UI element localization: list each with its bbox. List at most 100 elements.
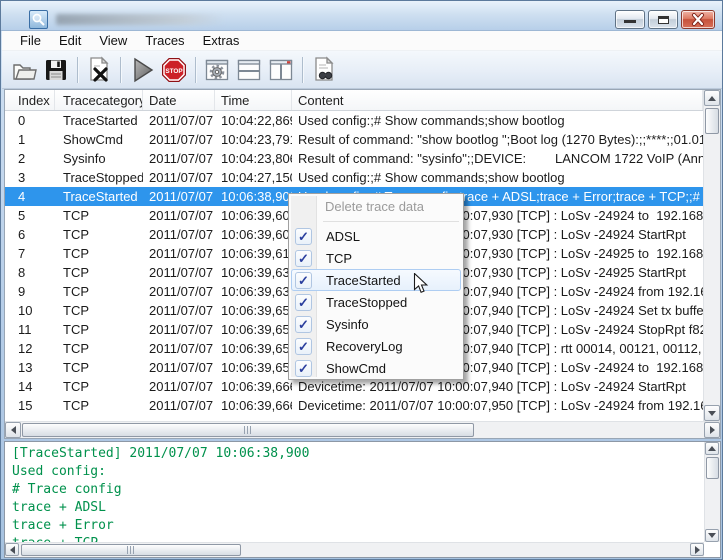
start-trace-icon: [128, 56, 156, 84]
checkmark-icon: ✓: [295, 228, 312, 245]
menu-item[interactable]: Extras: [194, 31, 249, 51]
column-header-tracecategory[interactable]: Tracecategory: [55, 90, 143, 110]
toolbar-separator: [195, 57, 196, 83]
menu-item[interactable]: Traces: [136, 31, 193, 51]
table-header: Index Tracecategory Date Time Content: [5, 90, 703, 111]
stop-trace-button[interactable]: STOP: [159, 55, 189, 85]
save-icon: [43, 57, 69, 83]
open-file-button[interactable]: [9, 55, 39, 85]
table-row[interactable]: 2 Sysinfo 2011/07/07 10:04:23,806 Result…: [5, 149, 703, 168]
detail-line: trace + Error: [12, 517, 704, 535]
arrow-down-icon: [708, 533, 716, 538]
title-bar: [1, 1, 723, 31]
minimize-icon: [624, 20, 636, 23]
maximize-button[interactable]: [648, 10, 678, 29]
detail-line: [TraceStarted] 2011/07/07 10:06:38,900: [12, 445, 704, 463]
checkmark-icon: ✓: [295, 294, 312, 311]
arrow-left-icon: [10, 546, 15, 554]
toolbar-separator: [77, 57, 78, 83]
delete-trace-button[interactable]: [84, 55, 114, 85]
arrow-up-icon: [708, 96, 716, 101]
split-horizontal-button[interactable]: [234, 55, 264, 85]
checkmark-icon: ✓: [295, 316, 312, 333]
thumb-grip: [127, 546, 136, 554]
table-horizontal-scrollbar[interactable]: [5, 421, 720, 438]
checkmark-icon: ✓: [295, 360, 312, 377]
app-window: File Edit View Traces Extras: [0, 0, 723, 560]
split-vertical-icon: [267, 56, 295, 84]
menu-item-delete-trace-data[interactable]: Delete trace data: [291, 196, 461, 218]
arrow-up-icon: [708, 446, 716, 451]
arrow-right-icon: [695, 546, 700, 554]
toolbar-separator: [120, 57, 121, 83]
table-row[interactable]: 0 TraceStarted 2011/07/07 10:04:22,869 U…: [5, 111, 703, 130]
table-hscroll-thumb[interactable]: [22, 423, 474, 437]
checkmark-icon: ✓: [295, 338, 312, 355]
panel-vscroll-thumb[interactable]: [706, 457, 719, 479]
menu-item[interactable]: File: [11, 31, 50, 51]
save-button[interactable]: [41, 55, 71, 85]
panel-vertical-scrollbar[interactable]: [704, 442, 720, 542]
trace-context-menu: Delete trace data ✓ ADSL ✓ TCP ✓ TraceSt…: [288, 193, 464, 380]
toolbar: STOP: [2, 51, 723, 89]
menu-bar: File Edit View Traces Extras: [2, 31, 723, 51]
detail-line: trace + TCP: [12, 535, 704, 542]
table-row[interactable]: 3 TraceStopped 2011/07/07 10:04:27,150 U…: [5, 168, 703, 187]
search-button[interactable]: [309, 55, 339, 85]
split-vertical-button[interactable]: [266, 55, 296, 85]
stop-trace-icon: STOP: [160, 56, 188, 84]
detail-line: trace + ADSL: [12, 499, 704, 517]
menu-item[interactable]: View: [90, 31, 136, 51]
arrow-left-icon: [11, 426, 16, 434]
column-header-index[interactable]: Index: [5, 90, 55, 110]
menu-item[interactable]: Edit: [50, 31, 90, 51]
table-vertical-scrollbar[interactable]: [703, 90, 720, 421]
start-trace-button[interactable]: [127, 55, 157, 85]
detail-line: # Trace config: [12, 481, 704, 499]
search-icon: [310, 56, 338, 84]
app-magnifier-icon: [29, 10, 48, 29]
table-vscroll-thumb[interactable]: [705, 108, 719, 134]
trace-options-icon: [203, 56, 231, 84]
context-menu-item[interactable]: ✓ TCP: [291, 247, 461, 269]
minimize-button[interactable]: [615, 10, 645, 29]
checkmark-icon: ✓: [295, 250, 312, 267]
trace-detail-panel: [TraceStarted] 2011/07/07 10:06:38,900 U…: [4, 441, 721, 558]
menu-separator: [323, 221, 459, 222]
arrow-right-icon: [710, 426, 715, 434]
context-menu-item[interactable]: ✓ TraceStopped: [291, 291, 461, 313]
scroll-left-button[interactable]: [5, 422, 21, 438]
scroll-up-button[interactable]: [705, 442, 719, 455]
context-menu-item[interactable]: ✓ TraceStarted: [291, 269, 461, 291]
trace-detail-text: [TraceStarted] 2011/07/07 10:06:38,900 U…: [5, 442, 704, 542]
checkmark-icon: ✓: [295, 272, 312, 289]
scroll-down-button[interactable]: [704, 405, 720, 421]
split-horizontal-icon: [235, 56, 263, 84]
thumb-grip: [244, 426, 253, 434]
column-header-content[interactable]: Content: [292, 90, 703, 110]
arrow-down-icon: [708, 411, 716, 416]
scroll-up-button[interactable]: [704, 90, 720, 106]
svg-text:STOP: STOP: [165, 67, 183, 74]
context-menu-item[interactable]: ✓ RecoveryLog: [291, 335, 461, 357]
detail-line: Used config:: [12, 463, 704, 481]
close-button[interactable]: [681, 10, 715, 29]
context-menu-item[interactable]: ✓ ShowCmd: [291, 357, 461, 379]
panel-horizontal-scrollbar[interactable]: [5, 542, 704, 557]
toolbar-separator: [302, 57, 303, 83]
scroll-right-button[interactable]: [690, 543, 704, 556]
trace-options-button[interactable]: [202, 55, 232, 85]
context-menu-item[interactable]: ✓ Sysinfo: [291, 313, 461, 335]
table-row[interactable]: 15 TCP 2011/07/07 10:06:39,666 Devicetim…: [5, 396, 703, 415]
scroll-right-button[interactable]: [704, 422, 720, 438]
column-header-date[interactable]: Date: [143, 90, 215, 110]
panel-hscroll-thumb[interactable]: [21, 544, 241, 556]
close-icon: [682, 11, 714, 28]
context-menu-item[interactable]: ✓ ADSL: [291, 225, 461, 247]
table-row[interactable]: 1 ShowCmd 2011/07/07 10:04:23,791 Result…: [5, 130, 703, 149]
mouse-cursor-icon: [413, 273, 429, 300]
column-header-time[interactable]: Time: [215, 90, 292, 110]
scroll-down-button[interactable]: [705, 529, 719, 542]
scroll-left-button[interactable]: [5, 543, 19, 556]
window-title: [56, 14, 226, 25]
